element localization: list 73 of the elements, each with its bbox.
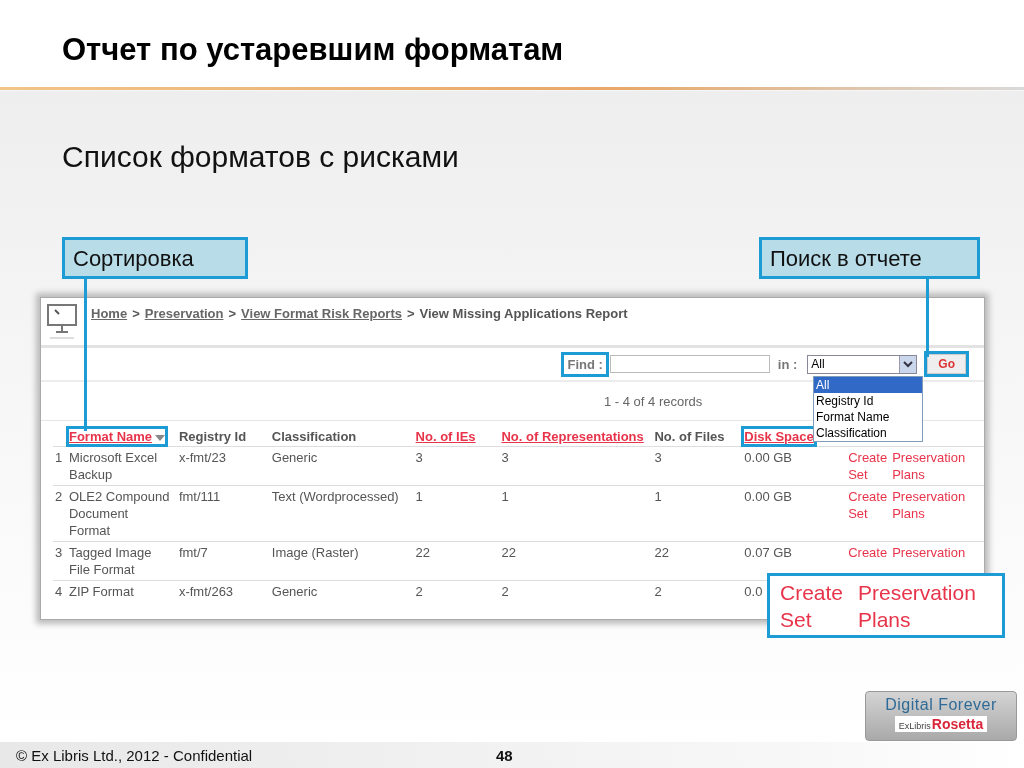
column-header: Registry Id [178, 429, 247, 444]
find-label: Find : [564, 354, 606, 374]
table-cell: 3 [415, 450, 423, 465]
dropdown-option[interactable]: All [814, 377, 922, 393]
record-count: 1 - 4 of 4 records [604, 393, 703, 409]
row-number: 3 [53, 541, 69, 581]
table-cell: 0.00 GB [744, 489, 793, 504]
column-header[interactable]: No. of IEs [415, 429, 476, 444]
table-cell: 0.00 GB [744, 450, 793, 465]
in-label: in : [777, 356, 798, 372]
table-cell: x-fmt/23 [178, 450, 226, 465]
table-cell: fmt/7 [178, 545, 208, 560]
monitor-icon [47, 304, 77, 342]
table-cell: 2 [501, 584, 509, 599]
row-number: 1 [53, 446, 69, 486]
row-number: 4 [53, 580, 69, 602]
slide-title: Отчет по устаревшим форматам [62, 32, 564, 68]
page-number: 48 [496, 746, 513, 764]
table-cell: 0.0 [744, 584, 763, 599]
action-link[interactable]: Create Set [848, 488, 893, 522]
table-cell: Text (Wordprocessed) [271, 489, 399, 504]
callout-label: Поиск в отчете [759, 237, 980, 279]
logo-brand: Rosetta [931, 716, 984, 732]
row-number: 2 [53, 485, 69, 542]
table-cell: 22 [501, 545, 516, 560]
column-header: No. of Files [654, 429, 725, 444]
breadcrumb-link[interactable]: View Format Risk Reports [241, 306, 402, 321]
column-header[interactable]: Format Name [68, 429, 166, 444]
table-cell: ZIP Format [68, 584, 134, 599]
go-button[interactable]: Go [927, 354, 966, 374]
table-cell: 1 [654, 489, 662, 504]
logo-tagline: Digital Forever [885, 696, 997, 714]
table-cell: OLE2 Compound Document Format [68, 489, 170, 538]
breadcrumb-link[interactable]: Preservation [144, 306, 224, 321]
table-cell: Generic [271, 584, 318, 599]
table-cell: 22 [654, 545, 669, 560]
callout-label: Сортировка [62, 237, 248, 279]
sort-caret-icon [155, 434, 166, 441]
table-cell: Image (Raster) [271, 545, 359, 560]
table-cell: Tagged Image File Format [68, 545, 152, 577]
table-cell: 2 [654, 584, 662, 599]
column-header: Classification [271, 429, 357, 444]
table-cell: 22 [415, 545, 431, 560]
action-link[interactable]: Create Set [848, 449, 893, 483]
table-cell: Generic [271, 450, 318, 465]
find-field[interactable] [609, 355, 770, 373]
dropdown-option[interactable]: Classification [814, 425, 922, 441]
table-cell: x-fmt/263 [178, 584, 234, 599]
table-cell: fmt/111 [178, 489, 221, 504]
breadcrumb-separator: > [132, 306, 140, 321]
breadcrumb-current: View Missing Applications Report [419, 306, 628, 321]
table-cell: 3 [654, 450, 662, 465]
table-cell: 1 [501, 489, 509, 504]
slide-subtitle: Список форматов с рисками [62, 140, 460, 175]
table-cell: 1 [415, 489, 423, 504]
dropdown-option[interactable]: Registry Id [814, 393, 922, 409]
copyright-text: © Ex Libris Ltd., 2012 - Confidential [16, 746, 254, 764]
action-link[interactable]: Preservation [892, 544, 973, 561]
dropdown-option[interactable]: Format Name [814, 409, 922, 425]
table-cell: 3 [501, 450, 509, 465]
action-link[interactable]: Preservation Plans [892, 449, 973, 483]
column-header[interactable]: Disk Space [744, 429, 814, 444]
breadcrumb-separator: > [406, 306, 415, 321]
table-cell: Microsoft Excel Backup [68, 450, 158, 482]
table-cell: 2 [415, 584, 423, 599]
action-link[interactable]: Create [848, 544, 893, 561]
breadcrumb-separator: > [228, 306, 237, 321]
table-cell: 0.07 GB [744, 545, 793, 560]
column-header[interactable]: No. of Representations [501, 429, 644, 444]
logo-brand-small: ExLibris [898, 721, 931, 731]
search-scope-dropdown[interactable]: All [807, 354, 918, 374]
action-link[interactable]: Preservation Plans [892, 488, 973, 522]
breadcrumb-link[interactable]: Home [91, 306, 128, 321]
